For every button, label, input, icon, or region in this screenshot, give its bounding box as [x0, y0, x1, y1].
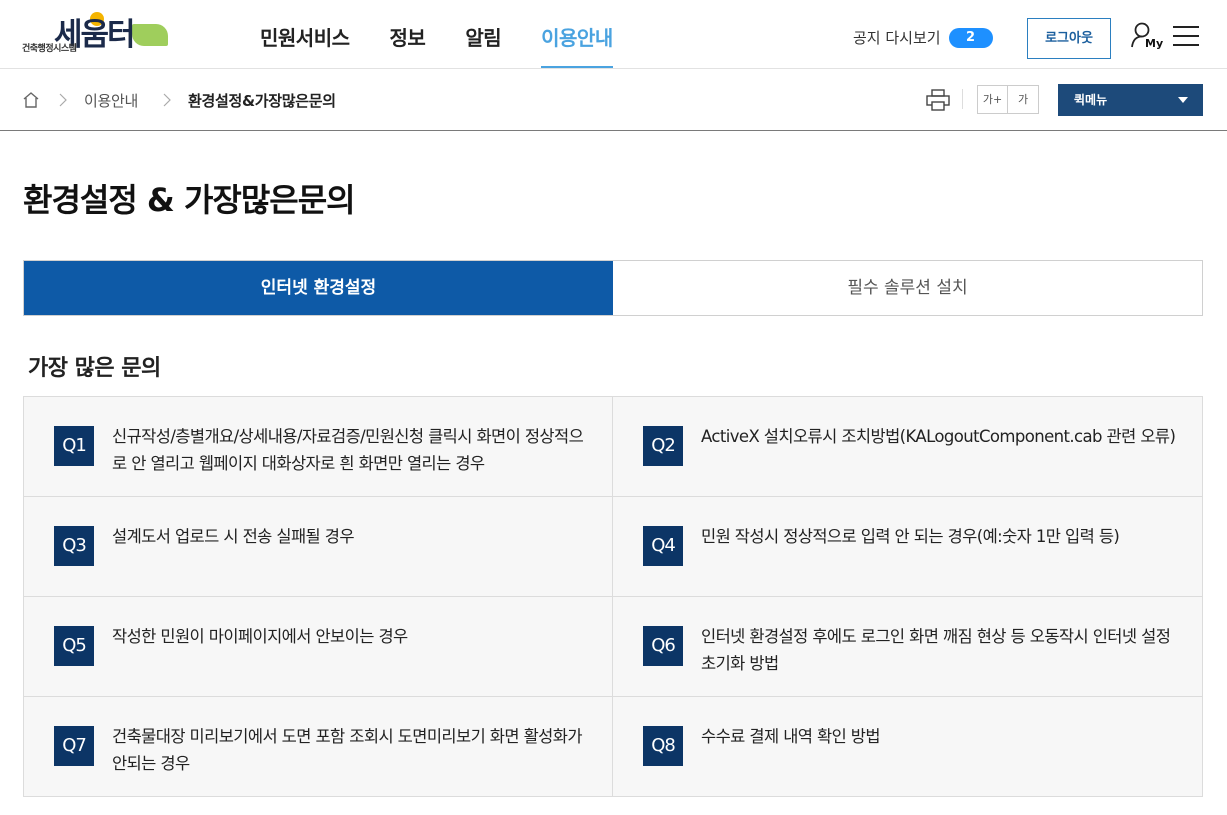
- question-badge: Q2: [643, 426, 683, 466]
- section-title: 가장 많은 문의: [28, 356, 161, 381]
- font-size-control: 가+ 가: [977, 85, 1039, 114]
- faq-item[interactable]: Q2 ActiveX 설치오류시 조치방법(KALogoutComponent.…: [613, 397, 1202, 497]
- question-text: 인터넷 환경설정 후에도 로그인 화면 깨짐 현상 등 오동작시 인터넷 설정 …: [701, 627, 1171, 673]
- question-badge: Q8: [643, 726, 683, 766]
- question-badge: Q6: [643, 626, 683, 666]
- question-text: 건축물대장 미리보기에서 도면 포함 조회시 도면미리보기 화면 활성화가 안되…: [112, 727, 583, 773]
- font-increase-button[interactable]: 가+: [977, 85, 1008, 114]
- quick-menu-label: 퀵메뉴: [1074, 93, 1108, 107]
- faq-item[interactable]: Q8 수수료 결제 내역 확인 방법: [613, 697, 1202, 796]
- hamburger-line: [1173, 35, 1199, 37]
- font-decrease-button[interactable]: 가: [1008, 85, 1039, 114]
- question-text: 작성한 민원이 마이페이지에서 안보이는 경우: [112, 627, 408, 646]
- nav-item-notice[interactable]: 알림: [465, 22, 501, 68]
- hamburger-line: [1173, 44, 1199, 46]
- nav-item-guide[interactable]: 이용안내: [541, 22, 613, 68]
- quick-menu-select[interactable]: 퀵메뉴: [1058, 84, 1203, 116]
- breadcrumb-guide[interactable]: 이용안내: [84, 90, 138, 111]
- question-badge: Q7: [54, 726, 94, 766]
- home-icon[interactable]: [22, 91, 40, 109]
- question-text: 설계도서 업로드 시 전송 실패될 경우: [112, 527, 355, 546]
- main-nav: 민원서비스 정보 알림 이용안내: [260, 22, 613, 68]
- breadcrumb-current: 환경설정&가장많은문의: [188, 92, 336, 110]
- faq-item[interactable]: Q1 신규작성/층별개요/상세내용/자료검증/민원신청 클릭시 화면이 정상적으…: [24, 397, 613, 497]
- question-text: 민원 작성시 정상적으로 입력 안 되는 경우(예:숫자 1만 입력 등): [701, 527, 1120, 546]
- tab-internet-settings[interactable]: 인터넷 환경설정: [24, 261, 613, 315]
- tab-bar: 인터넷 환경설정 필수 솔루션 설치: [23, 260, 1203, 316]
- question-badge: Q3: [54, 526, 94, 566]
- faq-item[interactable]: Q7 건축물대장 미리보기에서 도면 포함 조회시 도면미리보기 화면 활성화가…: [24, 697, 613, 796]
- my-label: My: [1145, 37, 1164, 50]
- notice-replay-link[interactable]: 공지 다시보기 2: [853, 27, 993, 48]
- logout-button[interactable]: 로그아웃: [1027, 18, 1111, 59]
- hamburger-line: [1173, 26, 1199, 28]
- logo-sub-text: 건축행정시스템: [22, 44, 77, 54]
- faq-item[interactable]: Q4 민원 작성시 정상적으로 입력 안 되는 경우(예:숫자 1만 입력 등): [613, 497, 1202, 597]
- nav-item-info[interactable]: 정보: [390, 22, 426, 68]
- faq-item[interactable]: Q6 인터넷 환경설정 후에도 로그인 화면 깨짐 현상 등 오동작시 인터넷 …: [613, 597, 1202, 697]
- my-page-button[interactable]: My: [1131, 22, 1163, 54]
- toolbar-divider: [962, 89, 963, 109]
- location-bar: 이용안내 환경설정&가장많은문의 가+ 가 퀵메뉴: [0, 69, 1227, 131]
- hamburger-menu-button[interactable]: [1173, 26, 1199, 48]
- logo-leaf-shape: [132, 24, 168, 46]
- notice-replay-label: 공지 다시보기: [853, 29, 941, 47]
- faq-grid: Q1 신규작성/층별개요/상세내용/자료검증/민원신청 클릭시 화면이 정상적으…: [23, 396, 1203, 797]
- faq-item[interactable]: Q5 작성한 민원이 마이페이지에서 안보이는 경우: [24, 597, 613, 697]
- question-badge: Q1: [54, 426, 94, 466]
- page-title: 환경설정 & 가장많은문의: [23, 181, 356, 219]
- tab-required-solutions[interactable]: 필수 솔루션 설치: [613, 261, 1202, 315]
- print-icon[interactable]: [926, 89, 950, 111]
- chevron-right-icon: [59, 93, 67, 107]
- site-logo[interactable]: 세움터 건축행정시스템: [22, 12, 168, 56]
- faq-item[interactable]: Q3 설계도서 업로드 시 전송 실패될 경우: [24, 497, 613, 597]
- nav-item-civil-service[interactable]: 민원서비스: [260, 22, 350, 68]
- site-header: 세움터 건축행정시스템 민원서비스 정보 알림 이용안내 공지 다시보기 2 로…: [0, 0, 1227, 69]
- notice-count-badge: 2: [948, 27, 993, 48]
- question-badge: Q5: [54, 626, 94, 666]
- chevron-right-icon: [163, 93, 171, 107]
- caret-down-icon: [1178, 97, 1188, 103]
- question-badge: Q4: [643, 526, 683, 566]
- question-text: 신규작성/층별개요/상세내용/자료검증/민원신청 클릭시 화면이 정상적으로 안…: [112, 427, 584, 473]
- question-text: 수수료 결제 내역 확인 방법: [701, 727, 881, 746]
- question-text: ActiveX 설치오류시 조치방법(KALogoutComponent.cab…: [701, 427, 1176, 446]
